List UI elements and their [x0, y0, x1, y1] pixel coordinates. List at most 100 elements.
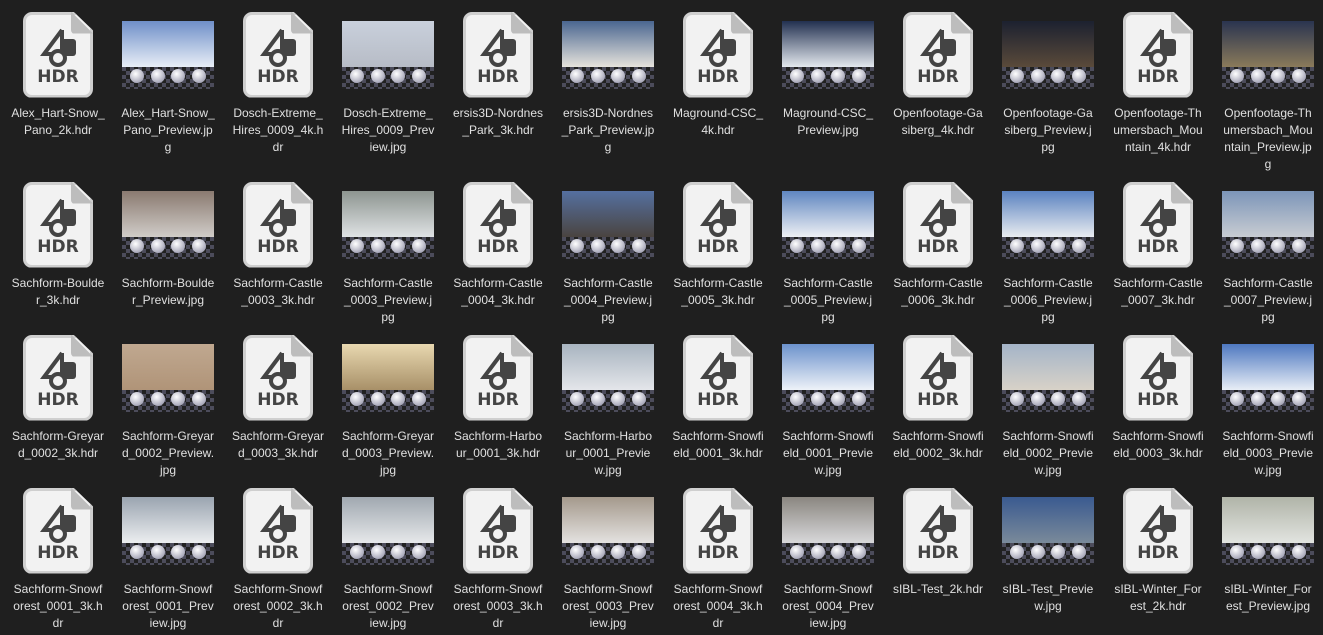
thumbnail: HDR: [1108, 11, 1208, 98]
hdr-label: HDR: [257, 66, 299, 87]
file-item-jpg[interactable]: Openfootage-Gasiberg_Preview.jpg: [993, 12, 1103, 156]
file-item-hdr[interactable]: HDR Sachform-Castle_0003_3k.hdr: [223, 181, 333, 309]
file-item-jpg[interactable]: Sachform-Castle_0005_Preview.jpg: [773, 182, 883, 326]
file-item-hdr[interactable]: HDR Sachform-Snowfield_0003_3k.hdr: [1103, 334, 1213, 462]
file-name: Sachform-Greyard_0002_Preview.jpg: [121, 429, 215, 477]
file-item-hdr[interactable]: HDR Sachform-Harbour_0001_3k.hdr: [443, 334, 553, 462]
file-name: sIBL-Winter_Forest_Preview.jpg: [1224, 582, 1312, 613]
thumbnail: [118, 488, 218, 573]
file-item-jpg[interactable]: ersis3D-Nordnes_Park_Preview.jpg: [553, 12, 663, 156]
file-item-hdr[interactable]: HDR Sachform-Castle_0007_3k.hdr: [1103, 181, 1213, 309]
file-item-jpg[interactable]: Dosch-Extreme_Hires_0009_Preview.jpg: [333, 12, 443, 156]
file-name: Sachform-Castle_0003_3k.hdr: [233, 276, 323, 307]
preview-image: [1222, 190, 1314, 259]
file-item-hdr[interactable]: HDR sIBL-Test_2k.hdr: [883, 487, 993, 598]
file-item-hdr[interactable]: HDR Openfootage-Thumersbach_Mountain_4k.…: [1103, 11, 1213, 156]
file-name: Sachform-Castle_0003_Preview.jpg: [343, 276, 433, 324]
file-item-hdr[interactable]: HDR Sachform-Snowforest_0002_3k.hdr: [223, 487, 333, 632]
file-item-jpg[interactable]: Sachform-Snowfield_0003_Preview.jpg: [1213, 335, 1323, 479]
file-item-jpg[interactable]: Sachform-Greyard_0002_Preview.jpg: [113, 335, 223, 479]
file-item-hdr[interactable]: HDR Sachform-Boulder_3k.hdr: [3, 181, 113, 309]
hdr-label: HDR: [477, 389, 519, 410]
file-item-hdr[interactable]: HDR sIBL-Winter_Forest_2k.hdr: [1103, 487, 1213, 615]
hdr-file-icon: HDR: [903, 334, 973, 421]
file-name: Sachform-Castle_0006_Preview.jpg: [1003, 276, 1093, 324]
file-name: sIBL-Test_Preview.jpg: [1002, 582, 1094, 613]
hdr-file-icon: HDR: [1123, 334, 1193, 421]
file-item-hdr[interactable]: HDR Sachform-Castle_0005_3k.hdr: [663, 181, 773, 309]
preview-image: [1222, 20, 1314, 89]
file-name: Sachform-Snowforest_0004_Preview.jpg: [782, 582, 874, 630]
file-item-jpg[interactable]: Sachform-Snowforest_0004_Preview.jpg: [773, 488, 883, 632]
file-name: sIBL-Test_2k.hdr: [892, 582, 984, 596]
thumbnail: [1218, 488, 1318, 573]
file-name: Sachform-Snowforest_0002_Preview.jpg: [342, 582, 434, 630]
file-item-jpg[interactable]: Sachform-Snowfield_0001_Preview.jpg: [773, 335, 883, 479]
thumbnail: HDR: [228, 487, 328, 574]
thumbnail: HDR: [1108, 181, 1208, 268]
file-item-hdr[interactable]: HDR Sachform-Castle_0004_3k.hdr: [443, 181, 553, 309]
thumbnail: [558, 335, 658, 420]
file-item-jpg[interactable]: Sachform-Castle_0007_Preview.jpg: [1213, 182, 1323, 326]
hdr-label: HDR: [1137, 389, 1179, 410]
file-item-hdr[interactable]: HDR Sachform-Snowforest_0004_3k.hdr: [663, 487, 773, 632]
hdr-label: HDR: [477, 66, 519, 87]
file-name: Maground-CSC_4k.hdr: [672, 106, 764, 137]
file-item-hdr[interactable]: HDR Sachform-Greyard_0002_3k.hdr: [3, 334, 113, 462]
file-item-hdr[interactable]: HDR Dosch-Extreme_Hires_0009_4k.hdr: [223, 11, 333, 156]
file-item-jpg[interactable]: Sachform-Castle_0003_Preview.jpg: [333, 182, 443, 326]
hdr-label: HDR: [257, 236, 299, 257]
hdr-label: HDR: [697, 542, 739, 563]
file-item-jpg[interactable]: Sachform-Snowforest_0001_Preview.jpg: [113, 488, 223, 632]
file-item-hdr[interactable]: HDR Maground-CSC_4k.hdr: [663, 11, 773, 139]
thumbnail: [118, 335, 218, 420]
file-item-hdr[interactable]: HDR Sachform-Snowforest_0003_3k.hdr: [443, 487, 553, 632]
file-grid: HDR Alex_Hart-Snow_Pano_2k.hdr Alex_Hart…: [0, 0, 1323, 632]
thumbnail: HDR: [8, 487, 108, 574]
file-item-jpg[interactable]: Sachform-Harbour_0001_Preview.jpg: [553, 335, 663, 479]
thumbnail: HDR: [448, 487, 548, 574]
file-item-jpg[interactable]: Openfootage-Thumersbach_Mountain_Preview…: [1213, 12, 1323, 173]
file-item-jpg[interactable]: Alex_Hart-Snow_Pano_Preview.jpg: [113, 12, 223, 156]
file-item-jpg[interactable]: Sachform-Snowfield_0002_Preview.jpg: [993, 335, 1103, 479]
thumbnail: HDR: [888, 334, 988, 421]
preview-image: [122, 20, 214, 89]
hdr-file-icon: HDR: [683, 487, 753, 574]
file-item-jpg[interactable]: Sachform-Snowforest_0002_Preview.jpg: [333, 488, 443, 632]
file-item-jpg[interactable]: Maground-CSC_Preview.jpg: [773, 12, 883, 139]
file-item-hdr[interactable]: HDR Sachform-Snowfield_0001_3k.hdr: [663, 334, 773, 462]
thumbnail: HDR: [228, 11, 328, 98]
hdr-label: HDR: [917, 389, 959, 410]
file-item-jpg[interactable]: Sachform-Castle_0004_Preview.jpg: [553, 182, 663, 326]
thumbnail: HDR: [888, 11, 988, 98]
file-name: Maground-CSC_Preview.jpg: [782, 106, 874, 137]
file-name: Sachform-Harbour_0001_Preview.jpg: [563, 429, 653, 477]
file-name: Sachform-Snowforest_0003_3k.hdr: [453, 582, 543, 630]
file-item-jpg[interactable]: Sachform-Boulder_Preview.jpg: [113, 182, 223, 309]
file-item-hdr[interactable]: HDR Sachform-Greyard_0003_3k.hdr: [223, 334, 333, 462]
file-item-hdr[interactable]: HDR Alex_Hart-Snow_Pano_2k.hdr: [3, 11, 113, 139]
preview-image: [342, 343, 434, 412]
thumbnail: HDR: [668, 181, 768, 268]
file-item-jpg[interactable]: sIBL-Winter_Forest_Preview.jpg: [1213, 488, 1323, 615]
thumbnail: HDR: [8, 11, 108, 98]
file-name: Sachform-Greyard_0003_3k.hdr: [231, 429, 325, 460]
file-item-jpg[interactable]: Sachform-Greyard_0003_Preview.jpg: [333, 335, 443, 479]
file-item-hdr[interactable]: HDR Sachform-Castle_0006_3k.hdr: [883, 181, 993, 309]
file-item-hdr[interactable]: HDR Sachform-Snowfield_0002_3k.hdr: [883, 334, 993, 462]
hdr-file-icon: HDR: [463, 334, 533, 421]
preview-image: [782, 343, 874, 412]
thumbnail: HDR: [228, 334, 328, 421]
file-name: Sachform-Snowfield_0002_3k.hdr: [892, 429, 984, 460]
file-item-hdr[interactable]: HDR Openfootage-Gasiberg_4k.hdr: [883, 11, 993, 139]
file-item-hdr[interactable]: HDR Sachform-Snowforest_0001_3k.hdr: [3, 487, 113, 632]
thumbnail: [1218, 12, 1318, 97]
file-item-jpg[interactable]: Sachform-Snowforest_0003_Preview.jpg: [553, 488, 663, 632]
file-item-jpg[interactable]: sIBL-Test_Preview.jpg: [993, 488, 1103, 615]
file-name: Sachform-Snowforest_0001_Preview.jpg: [122, 582, 214, 630]
hdr-file-icon: HDR: [683, 181, 753, 268]
file-item-hdr[interactable]: HDR ersis3D-Nordnes_Park_3k.hdr: [443, 11, 553, 139]
file-name: Sachform-Snowfield_0001_3k.hdr: [672, 429, 764, 460]
thumbnail: [778, 488, 878, 573]
file-item-jpg[interactable]: Sachform-Castle_0006_Preview.jpg: [993, 182, 1103, 326]
